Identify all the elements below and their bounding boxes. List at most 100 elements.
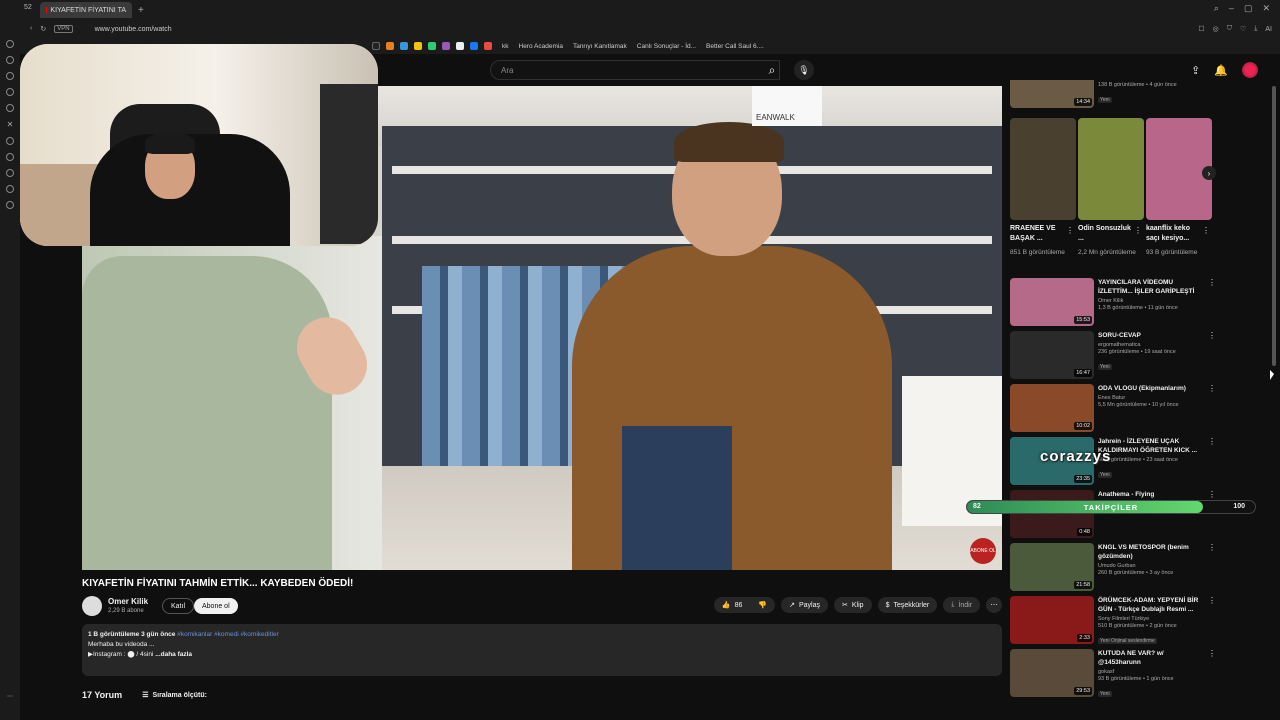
bookmark-favicon[interactable] xyxy=(386,42,394,50)
page-scrollbar[interactable] xyxy=(1272,86,1276,366)
heart-icon[interactable]: ♡ xyxy=(1240,25,1246,33)
short-title[interactable]: kaanflix keko saçı kesiyo... xyxy=(1146,224,1204,246)
search-icon[interactable]: ⌕ xyxy=(1214,3,1219,14)
rec-channel[interactable]: Sony Filmleri Türkiye xyxy=(1098,616,1206,622)
shield-icon[interactable]: ⛉ xyxy=(1227,25,1232,33)
minimize-button[interactable]: – xyxy=(1229,3,1234,14)
upload-icon[interactable]: ⇪ xyxy=(1191,64,1200,77)
sidebar-icon[interactable] xyxy=(6,137,14,145)
rec-channel[interactable]: ergomathematica xyxy=(1098,342,1206,348)
rec-thumbnail[interactable]: 15:53 xyxy=(1010,278,1094,326)
download-icon[interactable]: ⤓ xyxy=(1254,25,1257,33)
rec-thumbnail[interactable]: 16:47 xyxy=(1010,331,1094,379)
more-actions-button[interactable]: ⋯ xyxy=(986,597,1002,613)
active-tab[interactable]: KIYAFETİN FİYATINI TA xyxy=(40,2,132,18)
bookmark-favicon[interactable] xyxy=(414,42,422,50)
short-thumbnail[interactable] xyxy=(1010,118,1076,220)
gear-icon[interactable] xyxy=(6,201,14,209)
url-field[interactable]: www.youtube.com/watch xyxy=(95,26,172,33)
bookmark-canli-sonuclar[interactable]: Canlı Sonuçlar - İd... xyxy=(637,43,696,50)
rec-item[interactable]: 15:53 YAYINCILARA VİDEOMU İZLETTİM... İŞL… xyxy=(1010,278,1220,330)
sidebar-icon[interactable] xyxy=(6,185,14,193)
subscribe-button[interactable]: Abone ol xyxy=(194,598,238,614)
rec-item[interactable]: 0:48Anathema - FlyingHasan Ceylan795 B g… xyxy=(1010,490,1220,542)
rec-channel[interactable]: gokasf xyxy=(1098,669,1206,675)
search-button[interactable]: ⌕ xyxy=(760,60,784,80)
more-options-icon[interactable]: ⋮ xyxy=(1208,649,1216,658)
download-button[interactable]: ⤓ İndir xyxy=(943,597,980,613)
rec-item[interactable]: 2:33 ÖRÜMCEK-ADAM: YEPYENİ BİR GÜN - Türk… xyxy=(1010,596,1220,648)
rec-title[interactable]: ODA VLOGU (Ekipmanlarım) xyxy=(1098,384,1206,393)
camera-icon[interactable]: ◎ xyxy=(1213,25,1219,33)
more-options-icon[interactable]: ⋮ xyxy=(1066,226,1074,235)
sidebar-icon[interactable] xyxy=(6,56,14,64)
more-options-icon[interactable]: ⋮ xyxy=(1208,596,1216,605)
video-hashtags[interactable]: #komikanlar #komedi #komikeditler xyxy=(177,631,279,638)
rec-thumbnail[interactable]: 0:48 xyxy=(1010,490,1094,538)
close-button[interactable]: ✕ xyxy=(1262,3,1270,14)
more-options-icon[interactable]: ⋮ xyxy=(1208,384,1216,393)
clock-icon[interactable] xyxy=(6,169,14,177)
bookmark-favicon[interactable] xyxy=(442,42,450,50)
bookmark-favicon[interactable] xyxy=(456,42,464,50)
rec-thumbnail[interactable]: 2:33 xyxy=(1010,596,1094,644)
new-tab-button[interactable]: + xyxy=(138,5,144,16)
rec-item[interactable]: 14:34 138 B görüntüleme • 4 gün önce Yen… xyxy=(1010,80,1220,110)
bell-icon[interactable]: 🔔 xyxy=(1214,64,1228,77)
rec-item[interactable]: 16:47 SORU-CEVAP ergomathematica 236 görünt… xyxy=(1010,331,1220,383)
sort-button[interactable]: ☰ Sıralama ölçütü: xyxy=(142,691,207,700)
more-options-icon[interactable]: ⋮ xyxy=(1208,490,1216,499)
rec-title[interactable]: ÖRÜMCEK-ADAM: YEPYENİ BİR GÜN - Türkçe D… xyxy=(1098,596,1206,614)
sidebar-icon[interactable] xyxy=(6,153,14,161)
tab-count[interactable]: 52 xyxy=(24,4,32,11)
rec-item[interactable]: 29:53 KUTUDA NE VAR? w/ @1453harunn gokasf… xyxy=(1010,649,1220,701)
short-thumbnail[interactable] xyxy=(1078,118,1144,220)
rec-title[interactable]: KNGL VS METOSPOR (benim gözümden) xyxy=(1098,543,1206,561)
rec-title[interactable]: Jahrein - İZLEYENE UÇAK KALDIRMAYI ÖĞRET… xyxy=(1098,437,1206,455)
rec-title[interactable]: YAYINCILARA VİDEOMU İZLETTİM... İŞLER GA… xyxy=(1098,278,1206,296)
sidebar-icon[interactable] xyxy=(6,40,14,48)
more-options-icon[interactable]: ⋮ xyxy=(1202,226,1210,235)
rec-item[interactable]: 21:58 KNGL VS METOSPOR (benim gözümden) Um… xyxy=(1010,543,1220,595)
dislike-button[interactable]: 👎 xyxy=(750,597,776,613)
short-title[interactable]: Odin Sonsuzluk ... xyxy=(1078,224,1136,246)
rec-channel[interactable]: Omer Kilik xyxy=(1098,298,1206,304)
more-options-icon[interactable]: ⋮ xyxy=(1208,437,1216,446)
rec-thumbnail[interactable]: 29:53 xyxy=(1010,649,1094,697)
sidebar-icon[interactable] xyxy=(6,88,14,96)
search-input[interactable]: Ara xyxy=(490,60,780,80)
more-options-icon[interactable]: ⋮ xyxy=(1134,226,1142,235)
like-button[interactable]: 👍 86 xyxy=(713,597,751,613)
avatar[interactable] xyxy=(1242,62,1258,78)
ai-label[interactable]: AI xyxy=(1265,26,1272,33)
share-button[interactable]: ↗ Paylaş xyxy=(781,597,828,613)
more-options-icon[interactable]: ⋮ xyxy=(1208,543,1216,552)
maximize-button[interactable]: ▢ xyxy=(1244,3,1253,14)
chevron-right-icon[interactable]: › xyxy=(1202,166,1216,180)
more-options-icon[interactable]: ⋮ xyxy=(1208,278,1216,287)
clip-button[interactable]: ✂ Klip xyxy=(834,597,872,613)
rec-title[interactable]: Anathema - Flying xyxy=(1098,490,1206,499)
bookmark-hero-academia[interactable]: Hero Academia xyxy=(519,43,563,50)
bookmark-favicon[interactable] xyxy=(484,42,492,50)
rec-thumbnail[interactable]: 14:34 xyxy=(1010,80,1094,108)
rec-thumbnail[interactable]: 21:58 xyxy=(1010,543,1094,591)
subscribe-watermark[interactable]: ABONE OL xyxy=(970,538,996,564)
sidebar-icon[interactable] xyxy=(6,72,14,80)
bookmark-tanriyi[interactable]: Tanrıyı Kanıtlamak xyxy=(573,43,627,50)
rec-title[interactable]: KUTUDA NE VAR? w/ @1453harunn xyxy=(1098,649,1206,667)
short-title[interactable]: RRAENEE VE BAŞAK ... xyxy=(1010,224,1068,246)
join-button[interactable]: Katıl xyxy=(162,598,195,614)
thanks-button[interactable]: $ Teşekkürler xyxy=(877,597,938,613)
bookmark-better-call-saul[interactable]: Better Call Saul 6.... xyxy=(706,43,764,50)
back-icon[interactable]: ‹ xyxy=(30,25,32,33)
rec-item[interactable]: 10:02 ODA VLOGU (Ekipmanlarım) Enes Batur 5… xyxy=(1010,384,1220,436)
bookmark-favicon[interactable] xyxy=(400,42,408,50)
mic-icon[interactable]: 🎙 xyxy=(794,60,814,80)
channel-name[interactable]: Omer Kilik xyxy=(108,597,148,606)
rec-channel[interactable]: Enes Batur xyxy=(1098,395,1206,401)
description-box[interactable]: 1 B görüntüleme 3 gün önce #komikanlar #… xyxy=(82,624,1002,676)
bookmark-kk[interactable]: kk xyxy=(502,43,509,50)
sidebar-more[interactable]: ⋯ xyxy=(7,693,13,700)
x-icon[interactable]: ✕ xyxy=(7,120,14,129)
